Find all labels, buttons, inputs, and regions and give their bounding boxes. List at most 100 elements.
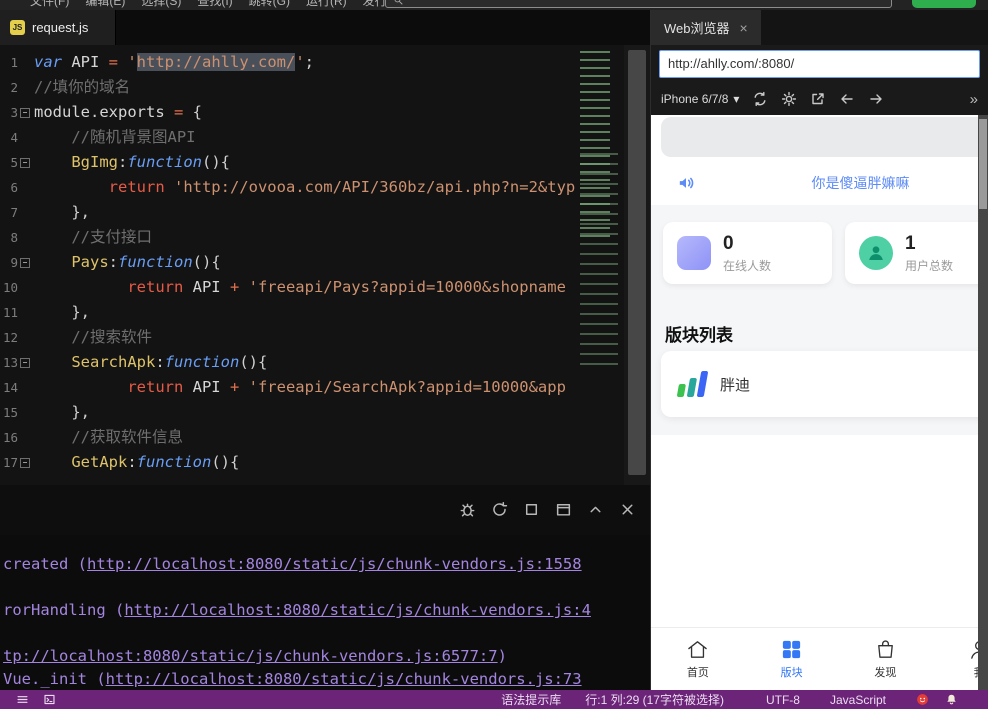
- console-line: rorHandling (http://localhost:8080/stati…: [3, 599, 650, 622]
- code-line[interactable]: 13 SearchApk:function(){: [0, 350, 576, 375]
- line-number: 13: [0, 350, 18, 375]
- search-icon: [393, 0, 404, 6]
- menu-item[interactable]: 跳转(G): [249, 0, 290, 9]
- nav-item-bag[interactable]: 发现: [839, 628, 933, 690]
- console-link[interactable]: http://localhost:8080/static/js/chunk-ve…: [87, 555, 582, 573]
- bag-icon: [874, 638, 897, 661]
- back-icon[interactable]: [839, 91, 855, 107]
- terminal-icon[interactable]: [43, 693, 56, 706]
- code-line[interactable]: 11 },: [0, 300, 576, 325]
- code-line[interactable]: 10 return API + 'freeapi/Pays?appid=1000…: [0, 275, 576, 300]
- nav-label: 版块: [781, 664, 803, 680]
- browser-scrollbar-thumb[interactable]: [979, 119, 987, 209]
- code-line[interactable]: 3module.exports = {: [0, 100, 576, 125]
- code-line[interactable]: 17 GetApk:function(){: [0, 450, 576, 475]
- fold-gutter: [18, 375, 32, 400]
- code-line[interactable]: 9 Pays:function(){: [0, 250, 576, 275]
- stop-icon[interactable]: [523, 501, 540, 518]
- menu-item[interactable]: 查找(I): [197, 0, 232, 9]
- run-button[interactable]: [912, 0, 976, 8]
- syntax-hint-library[interactable]: 语法提示库: [501, 691, 561, 708]
- console-line: Vue._init (http://localhost:8080/static/…: [3, 668, 650, 690]
- code-line[interactable]: 2//填你的域名: [0, 75, 576, 100]
- code-line[interactable]: 8 //支付接口: [0, 225, 576, 250]
- minimap[interactable]: [578, 51, 624, 477]
- code-line[interactable]: 1var API = 'http://ahlly.com/';: [0, 50, 576, 75]
- fold-gutter: [18, 175, 32, 200]
- fold-marker[interactable]: [18, 150, 32, 175]
- external-icon[interactable]: [810, 91, 826, 107]
- banner-placeholder: [661, 117, 979, 157]
- console-link[interactable]: tp://localhost:8080/static/js/chunk-vend…: [3, 647, 498, 665]
- close-icon[interactable]: [619, 501, 636, 518]
- cursor-position[interactable]: 行:1 列:29 (17字符被选择): [585, 691, 724, 708]
- line-number: 3: [0, 100, 18, 125]
- code-line[interactable]: 16 //获取软件信息: [0, 425, 576, 450]
- code-line[interactable]: 15 },: [0, 400, 576, 425]
- restart-icon[interactable]: [491, 501, 508, 518]
- nav-item-home[interactable]: 首页: [651, 628, 745, 690]
- console-line: tp://localhost:8080/static/js/chunk-vend…: [3, 645, 650, 668]
- code-line[interactable]: 12 //搜索软件: [0, 325, 576, 350]
- phone-page: 你是傻逼胖嫲嘛 0在线人数1用户总数 版块列表 胖迪 首页版块发现我: [651, 115, 979, 690]
- menu-item[interactable]: 运行(R): [306, 0, 347, 9]
- window-icon[interactable]: [555, 501, 572, 518]
- rotate-icon[interactable]: [752, 91, 768, 107]
- more-chevron-icon[interactable]: »: [970, 91, 978, 108]
- line-number: 16: [0, 425, 18, 450]
- forward-icon[interactable]: [868, 91, 884, 107]
- menu-item[interactable]: 选择(S): [141, 0, 181, 9]
- code-line[interactable]: 5 BgImg:function(){: [0, 150, 576, 175]
- console-link[interactable]: http://localhost:8080/static/js/chunk-ve…: [106, 670, 582, 688]
- nav-item-grid[interactable]: 版块: [745, 628, 839, 690]
- url-input[interactable]: http://ahlly.com/:8080/: [659, 50, 980, 78]
- menu-item[interactable]: 文件(F): [30, 0, 69, 9]
- code-area[interactable]: 1var API = 'http://ahlly.com/';2//填你的域名3…: [0, 50, 576, 475]
- fold-gutter: [18, 125, 32, 150]
- console-blank-line: [3, 576, 650, 599]
- menu-item[interactable]: 编辑(E): [85, 0, 125, 9]
- nav-label: 发现: [874, 664, 896, 680]
- tab-request-js[interactable]: JS request.js: [0, 10, 116, 45]
- menu-icon[interactable]: [16, 693, 29, 706]
- nav-label: 首页: [687, 664, 709, 680]
- close-tab-icon[interactable]: ×: [740, 20, 748, 36]
- hbuilderx-window: 文件(F)编辑(E)选择(S)查找(I)跳转(G)运行(R)发行(U)视图(V)…: [0, 0, 988, 709]
- notice-bar[interactable]: 你是傻逼胖嫲嘛: [651, 161, 979, 205]
- nav-item-user[interactable]: 我: [932, 628, 979, 690]
- line-number: 7: [0, 200, 18, 225]
- fold-marker[interactable]: [18, 350, 32, 375]
- browser-scrollbar[interactable]: [978, 115, 988, 690]
- global-search-input[interactable]: [385, 0, 892, 8]
- console-link[interactable]: http://localhost:8080/static/js/chunk-ve…: [124, 601, 591, 619]
- bell-icon[interactable]: [945, 693, 958, 706]
- fold-marker[interactable]: [18, 100, 32, 125]
- code-line[interactable]: 6 return 'http://ovooa.com/API/360bz/api…: [0, 175, 576, 200]
- line-number: 14: [0, 375, 18, 400]
- console-output[interactable]: created (http://localhost:8080/static/js…: [0, 535, 650, 690]
- line-number: 9: [0, 250, 18, 275]
- gear-icon[interactable]: [781, 91, 797, 107]
- alert-badge-icon[interactable]: [916, 693, 929, 706]
- code-line[interactable]: 4 //随机背景图API: [0, 125, 576, 150]
- code-line[interactable]: 14 return API + 'freeapi/SearchApk?appid…: [0, 375, 576, 400]
- fold-marker[interactable]: [18, 250, 32, 275]
- fold-marker[interactable]: [18, 450, 32, 475]
- editor-scrollbar[interactable]: [624, 45, 650, 485]
- device-selector[interactable]: iPhone 6/7/8 ▾: [661, 92, 739, 106]
- bug-icon[interactable]: [459, 501, 476, 518]
- encoding-indicator[interactable]: UTF-8: [766, 693, 800, 707]
- cube-purple-icon: [677, 236, 711, 270]
- console-blank-line: [3, 622, 650, 645]
- tab-label: request.js: [32, 20, 88, 35]
- stat-label: 用户总数: [905, 257, 953, 274]
- home-icon: [686, 638, 709, 661]
- editor-scrollbar-thumb[interactable]: [628, 50, 646, 475]
- code-editor[interactable]: 1var API = 'http://ahlly.com/';2//填你的域名3…: [0, 45, 650, 485]
- board-list-item[interactable]: 胖迪: [661, 351, 979, 417]
- fold-gutter: [18, 425, 32, 450]
- collapse-icon[interactable]: [587, 501, 604, 518]
- tab-web-browser[interactable]: Web浏览器 ×: [651, 10, 761, 45]
- code-line[interactable]: 7 },: [0, 200, 576, 225]
- language-indicator[interactable]: JavaScript: [830, 693, 886, 707]
